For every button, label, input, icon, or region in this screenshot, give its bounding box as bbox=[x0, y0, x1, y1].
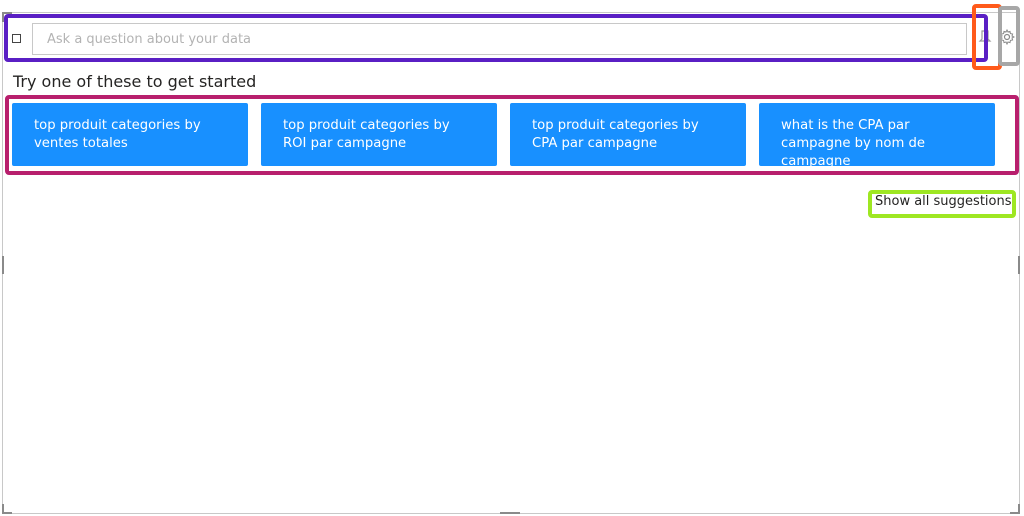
resize-handle-middle-left[interactable] bbox=[2, 256, 4, 274]
suggestion-button[interactable]: top produit categories by ROI par campag… bbox=[261, 103, 497, 166]
pin-icon[interactable] bbox=[978, 30, 992, 48]
resize-handle-middle-right[interactable] bbox=[1018, 256, 1020, 274]
top-strip bbox=[0, 0, 1024, 12]
resize-handle-bottom-middle[interactable] bbox=[500, 512, 520, 514]
resize-handle-bottom-left-vertical[interactable] bbox=[2, 504, 4, 514]
select-checkbox[interactable] bbox=[12, 34, 21, 43]
resize-handle-top-left-vertical[interactable] bbox=[2, 12, 4, 22]
qa-question-input[interactable] bbox=[32, 23, 967, 55]
gear-icon[interactable] bbox=[998, 28, 1016, 46]
suggestion-button[interactable]: top produit categories by CPA par campag… bbox=[510, 103, 746, 166]
suggestion-button[interactable]: what is the CPA par campagne by nom de c… bbox=[759, 103, 995, 169]
show-all-suggestions-link[interactable]: Show all suggestions bbox=[875, 194, 1012, 209]
suggestions-heading: Try one of these to get started bbox=[13, 72, 257, 91]
resize-handle-bottom-right-vertical[interactable] bbox=[1018, 504, 1020, 514]
suggestion-button[interactable]: top produit categories by ventes totales bbox=[12, 103, 248, 166]
